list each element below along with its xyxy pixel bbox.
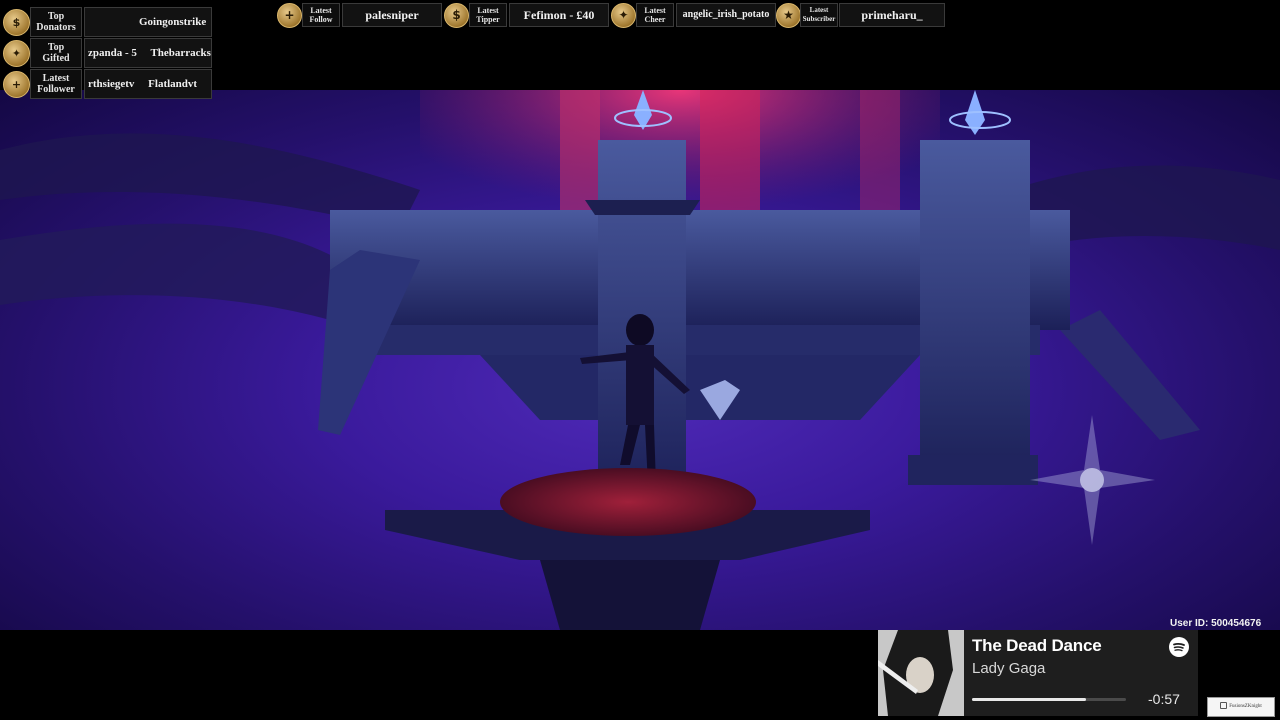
album-art xyxy=(878,630,964,716)
latest-tipper-value: Fefimon - £40 xyxy=(509,3,609,27)
label-line2: Tipper xyxy=(476,15,500,24)
label-line2: Follow xyxy=(309,15,333,24)
watermark-text: FusionsZKnight xyxy=(1229,704,1262,709)
album-art-image xyxy=(878,630,964,716)
user-id-label: User ID: 500454676 xyxy=(1170,618,1262,629)
plus-icon: + xyxy=(3,71,30,98)
latest-subscriber-label: Latest Subscriber xyxy=(800,3,838,27)
ticker-text: rthsiegetv Flatlandvt xyxy=(88,78,198,90)
ticker-text: Goingonstrike xyxy=(139,16,207,28)
label-line2: Subscriber xyxy=(802,15,836,23)
now-playing-widget: The Dead Dance Lady Gaga -0:57 xyxy=(878,630,1198,716)
label-line2: Donators xyxy=(36,22,76,33)
scene-artwork xyxy=(0,90,1280,630)
top-gifted-row: ✦ Top Gifted zpanda - 5 Thebarracks xyxy=(0,38,212,68)
stream-events-bar: + Latest Follow palesniper $ Latest Tipper… xyxy=(276,2,946,28)
top-gifted-label: Top Gifted xyxy=(30,38,82,68)
latest-follow-label: Latest Follow xyxy=(302,3,340,27)
dollar-icon: $ xyxy=(444,3,469,28)
label-line1: Top xyxy=(47,11,65,22)
subscriber-icon: ★ xyxy=(776,3,801,28)
latest-cheer-value: angelic_irish_potato xyxy=(676,3,776,27)
latest-cheer-label: Latest Cheer xyxy=(636,3,674,27)
latest-follower-row: + Latest Follower rthsiegetv Flatlandvt xyxy=(0,69,212,99)
latest-follower-label: Latest Follower xyxy=(30,69,82,99)
top-donators-row: $ Top Donators Goingonstrike xyxy=(0,7,212,37)
latest-tipper-label: Latest Tipper xyxy=(469,3,507,27)
channel-watermark: FusionsZKnight xyxy=(1207,697,1275,717)
game-scene xyxy=(0,90,1280,630)
label-line1: Latest xyxy=(644,6,666,15)
label-line1: Latest xyxy=(42,73,70,84)
dollar-icon: $ xyxy=(3,9,30,36)
ticker-text: zpanda - 5 Thebarracks xyxy=(88,47,211,59)
label-line1: Latest xyxy=(477,6,499,15)
latest-follower-value: rthsiegetv Flatlandvt xyxy=(84,69,212,99)
gift-icon: ✦ xyxy=(3,40,30,67)
label-line2: Gifted xyxy=(42,53,70,64)
latest-follow-value: palesniper xyxy=(342,3,442,27)
progress-fill xyxy=(972,698,1086,701)
spotify-icon-graphic xyxy=(1173,642,1185,652)
label-line1: Latest xyxy=(310,6,332,15)
label-line2: Follower xyxy=(37,84,75,95)
cheer-icon: ✦ xyxy=(611,3,636,28)
instagram-icon xyxy=(1220,702,1228,710)
top-donators-value: Goingonstrike xyxy=(84,7,212,37)
song-artist: Lady Gaga xyxy=(972,660,1046,677)
time-remaining: -0:57 xyxy=(1148,691,1180,707)
latest-subscriber-value: primeharu_ xyxy=(839,3,945,27)
plus-icon: + xyxy=(277,3,302,28)
song-title: The Dead Dance xyxy=(972,636,1102,655)
top-donators-label: Top Donators xyxy=(30,7,82,37)
top-gifted-value: zpanda - 5 Thebarracks xyxy=(84,38,212,68)
label-line2: Cheer xyxy=(644,15,666,24)
progress-bar[interactable] xyxy=(972,698,1126,701)
spotify-icon xyxy=(1169,637,1189,657)
label-line1: Latest xyxy=(809,6,829,14)
label-line1: Top xyxy=(47,42,65,53)
